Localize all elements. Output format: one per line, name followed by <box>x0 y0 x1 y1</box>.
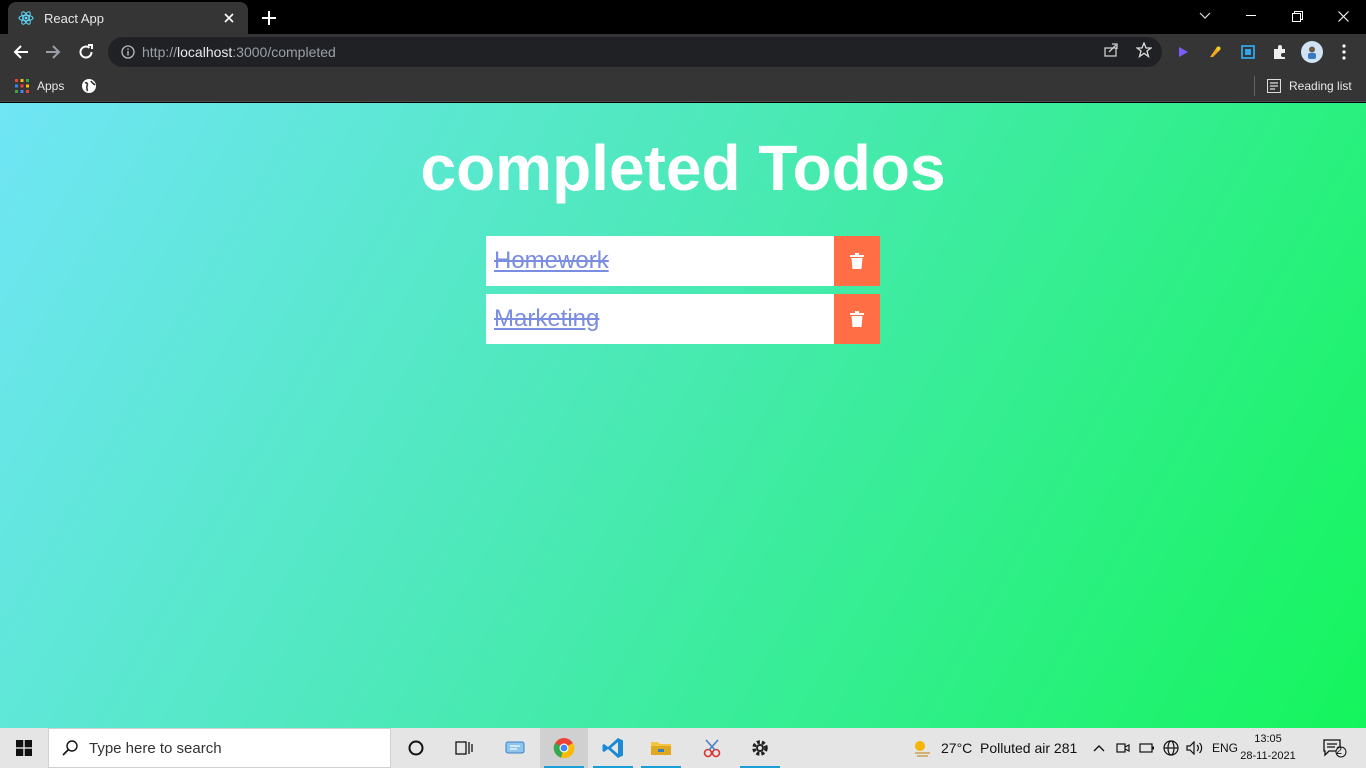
extension-icon[interactable] <box>1205 42 1225 62</box>
media-extension-icon[interactable] <box>1173 42 1193 62</box>
tab-title: React App <box>44 10 104 26</box>
search-placeholder: Type here to search <box>89 739 222 757</box>
notification-count-badge: 2 <box>1336 745 1343 757</box>
task-view-icon[interactable] <box>440 728 488 768</box>
notification-center-icon[interactable]: 2 <box>1322 738 1348 758</box>
screen-capture-icon[interactable] <box>1238 42 1258 62</box>
clock-time: 13:05 <box>1254 733 1282 745</box>
back-icon[interactable] <box>8 39 34 65</box>
url-text: http://localhost:3000/completed <box>142 44 336 60</box>
puzzle-icon[interactable] <box>1270 42 1290 62</box>
weather-text[interactable]: Polluted air 281 <box>980 740 1077 756</box>
browser-toolbar: http://localhost:3000/completed <box>0 34 1366 70</box>
restore-icon[interactable] <box>1274 0 1320 32</box>
globe-icon <box>82 79 96 93</box>
reading-list-button[interactable]: Reading list <box>1267 76 1352 96</box>
close-tab-icon[interactable] <box>220 9 238 27</box>
trash-icon <box>850 253 864 269</box>
globe-bookmark[interactable] <box>81 76 97 96</box>
page-title: completed Todos <box>420 132 946 204</box>
search-icon <box>61 739 79 757</box>
weather-temp[interactable]: 27°C <box>941 740 972 756</box>
apps-label: Apps <box>37 79 65 93</box>
new-tab-icon[interactable] <box>258 7 280 29</box>
reload-icon[interactable] <box>73 39 99 65</box>
todo-text[interactable]: Homework <box>486 236 834 286</box>
trash-icon <box>850 311 864 327</box>
avatar[interactable] <box>1301 41 1323 63</box>
weather-icon[interactable] <box>911 737 933 759</box>
address-bar[interactable]: http://localhost:3000/completed <box>108 37 1162 67</box>
todo-text[interactable]: Marketing <box>486 294 834 344</box>
todo-item: Marketing <box>486 294 880 344</box>
settings-gear-icon[interactable] <box>736 728 784 768</box>
menu-kebab-icon[interactable] <box>1334 42 1354 62</box>
snipping-tool-icon[interactable] <box>688 728 736 768</box>
bookmarks-divider <box>1254 76 1255 96</box>
react-icon <box>18 10 34 26</box>
taskbar-search-input[interactable]: Type here to search <box>48 728 391 768</box>
apps-grid-icon <box>15 79 29 93</box>
reading-list-icon <box>1267 79 1281 93</box>
todo-item: Homework <box>486 236 880 286</box>
chrome-taskbar-icon[interactable] <box>540 728 588 768</box>
cortana-icon[interactable] <box>392 728 440 768</box>
clock-date: 28-11-2021 <box>1240 750 1296 762</box>
delete-button[interactable] <box>834 236 880 286</box>
network-battery-icon[interactable] <box>1137 738 1157 758</box>
bookmark-star-icon[interactable] <box>1135 41 1153 59</box>
file-explorer-icon[interactable] <box>637 728 685 768</box>
bookmarks-bar: Apps Reading list <box>0 70 1366 102</box>
browser-tab[interactable]: React App <box>8 2 248 34</box>
reading-list-label: Reading list <box>1289 79 1352 93</box>
input-language[interactable]: ENG <box>1212 741 1238 755</box>
info-icon[interactable] <box>120 44 136 60</box>
delete-button[interactable] <box>834 294 880 344</box>
tab-search-icon[interactable] <box>1182 0 1228 32</box>
forward-icon[interactable] <box>40 39 66 65</box>
close-window-icon[interactable] <box>1320 0 1366 32</box>
system-clock[interactable]: 13:05 28-11-2021 <box>1240 731 1296 765</box>
meet-now-icon[interactable] <box>1113 738 1133 758</box>
minimize-icon[interactable] <box>1228 0 1274 32</box>
show-hidden-icons-chevron-up-icon[interactable] <box>1089 738 1109 758</box>
volume-icon[interactable] <box>1185 738 1205 758</box>
page-content: completed Todos Homework Marketing <box>0 103 1366 728</box>
remote-desktop-icon[interactable] <box>491 728 539 768</box>
vscode-icon[interactable] <box>589 728 637 768</box>
windows-taskbar: Type here to search 27°C Polluted air 28… <box>0 728 1366 768</box>
globe-network-icon[interactable] <box>1161 738 1181 758</box>
share-icon[interactable] <box>1102 41 1120 59</box>
apps-bookmark[interactable]: Apps <box>15 76 64 96</box>
browser-tabstrip: React App <box>0 0 1366 34</box>
windows-start-icon[interactable] <box>0 728 48 768</box>
